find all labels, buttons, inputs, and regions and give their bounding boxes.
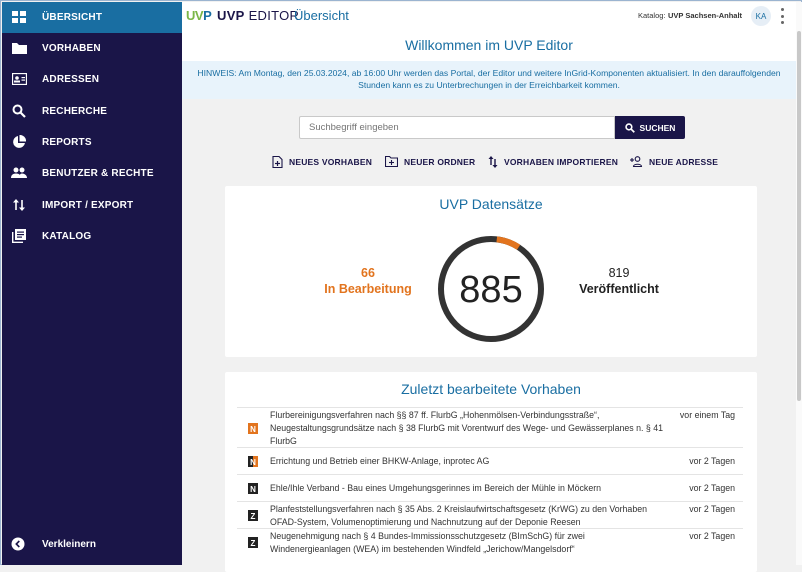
in-progress-label: In Bearbeitung — [324, 282, 412, 296]
app-title: UVP EDITOR — [217, 8, 300, 23]
in-progress-stat[interactable]: 66 In Bearbeitung — [301, 265, 435, 297]
row-time: vor einem Tag — [679, 410, 735, 420]
new-address-button[interactable]: NEUE ADRESSE — [630, 156, 718, 167]
collapse-label: Verkleinern — [42, 539, 96, 550]
document-status-icon: N — [248, 456, 258, 467]
welcome-heading: Willkommen im UVP Editor — [182, 29, 796, 61]
catalog-name[interactable]: UVP Sachsen-Anhalt — [668, 11, 742, 20]
row-time: vor 2 Tagen — [689, 456, 735, 466]
sidebar-item-benutzer[interactable]: BENUTZER & RECHTE — [2, 158, 182, 189]
sidebar-item-import-export[interactable]: IMPORT / EXPORT — [2, 190, 182, 221]
in-progress-count: 66 — [361, 266, 375, 280]
new-file-icon — [272, 156, 283, 168]
chevron-left-circle-icon — [11, 537, 27, 553]
svg-text:N: N — [250, 425, 256, 434]
published-label: Veröffentlicht — [579, 282, 659, 296]
main-content: Willkommen im UVP Editor HINWEIS: Am Mon… — [182, 29, 796, 572]
svg-text:Z: Z — [251, 539, 256, 548]
document-status-icon: N — [248, 483, 258, 494]
row-title: Ehle/Ihle Verband - Bau eines Umgehungsg… — [270, 483, 602, 493]
sidebar-item-uebersicht[interactable]: ÜBERSICHT — [2, 2, 182, 33]
row-title: Planfeststellungsverfahren nach § 35 Abs… — [270, 504, 647, 527]
app-window: ÜBERSICHT VORHABEN ADRESSEN RECHERCHE RE… — [0, 0, 802, 572]
table-row[interactable]: N Errichtung und Betrieb einer BHKW-Anla… — [237, 447, 743, 474]
import-projects-button[interactable]: VORHABEN IMPORTIEREN — [488, 156, 618, 168]
document-status-icon: Z — [248, 537, 258, 548]
row-title: Neugenehmigung nach § 4 Bundes-Immission… — [270, 531, 585, 554]
table-row[interactable]: N Ehle/Ihle Verband - Bau eines Umgehung… — [237, 474, 743, 501]
top-bar: UVP UVP EDITOR Übersicht Katalog: UVP Sa… — [182, 2, 796, 29]
swap-vert-icon — [488, 156, 498, 168]
search-input[interactable] — [299, 116, 615, 139]
sidebar-item-vorhaben[interactable]: VORHABEN — [2, 33, 182, 64]
svg-text:N: N — [250, 458, 256, 467]
new-address-label: NEUE ADRESSE — [649, 156, 719, 167]
scrollbar-thumb[interactable] — [797, 31, 801, 401]
document-status-icon: N — [248, 423, 258, 434]
new-project-label: NEUES VORHABEN — [289, 157, 373, 167]
user-avatar[interactable]: KA — [751, 6, 771, 26]
uvp-logo[interactable]: UVP — [186, 8, 212, 23]
contact-card-icon — [11, 71, 27, 87]
sidebar-item-label: VORHABEN — [42, 43, 101, 54]
collapse-sidebar-button[interactable]: Verkleinern — [2, 531, 182, 559]
published-stat[interactable]: 819 Veröffentlicht — [552, 265, 686, 297]
svg-text:Z: Z — [251, 512, 256, 521]
recent-title: Zuletzt bearbeitete Vorhaben — [401, 381, 581, 397]
new-folder-label: NEUER ORDNER — [404, 156, 476, 167]
sidebar-item-label: REPORTS — [42, 137, 92, 148]
more-vert-icon[interactable] — [779, 8, 785, 24]
sidebar-item-adressen[interactable]: ADRESSEN — [2, 64, 182, 95]
page-title: Übersicht — [294, 8, 349, 23]
published-count: 819 — [608, 266, 630, 280]
sidebar-item-label: ADRESSEN — [42, 74, 100, 85]
sidebar-item-label: KATALOG — [42, 231, 92, 242]
gauge-total: 885 — [459, 269, 522, 311]
import-projects-label: VORHABEN IMPORTIEREN — [504, 157, 619, 167]
document-status-icon: Z — [248, 510, 258, 521]
search-button[interactable]: SUCHEN — [615, 116, 685, 139]
search-bar: SUCHEN — [299, 116, 685, 139]
table-row[interactable]: N Flurbereinigungsverfahren nach §§ 87 f… — [237, 407, 743, 447]
svg-text:N: N — [250, 485, 256, 494]
pie-chart-icon — [11, 134, 27, 150]
stats-title: UVP Datensätze — [439, 196, 543, 212]
sidebar-item-label: RECHERCHE — [42, 106, 108, 117]
dashboard-icon — [11, 9, 27, 25]
recent-card: Zuletzt bearbeitete Vorhaben N Flurberei… — [225, 372, 757, 572]
sidebar-item-recherche[interactable]: RECHERCHE — [2, 96, 182, 127]
maintenance-notice: HINWEIS: Am Montag, den 25.03.2024, ab 1… — [182, 61, 796, 99]
search-icon — [11, 103, 27, 119]
import-export-icon — [11, 197, 27, 213]
row-title: Flurbereinigungsverfahren nach §§ 87 ff.… — [270, 410, 663, 446]
sidebar-item-label: ÜBERSICHT — [42, 12, 103, 23]
search-button-label: SUCHEN — [639, 122, 676, 133]
records-gauge: 885 — [438, 236, 544, 342]
row-time: vor 2 Tagen — [689, 504, 735, 514]
search-icon — [624, 122, 635, 133]
catalog-label: Katalog: — [638, 11, 666, 20]
table-row[interactable]: Z Neugenehmigung nach § 4 Bundes-Immissi… — [237, 528, 743, 558]
users-icon — [11, 165, 27, 181]
new-folder-button[interactable]: NEUER ORDNER — [385, 156, 475, 167]
sidebar: ÜBERSICHT VORHABEN ADRESSEN RECHERCHE RE… — [2, 2, 182, 565]
new-folder-icon — [385, 156, 398, 167]
catalog-icon — [11, 228, 27, 244]
sidebar-item-reports[interactable]: REPORTS — [2, 127, 182, 158]
row-time: vor 2 Tagen — [689, 483, 735, 493]
new-project-button[interactable]: NEUES VORHABEN — [272, 156, 372, 168]
row-time: vor 2 Tagen — [689, 531, 735, 541]
folder-icon — [11, 40, 27, 56]
sidebar-item-katalog[interactable]: KATALOG — [2, 221, 182, 252]
gauge-in-progress-arc — [496, 236, 521, 250]
sidebar-item-label: BENUTZER & RECHTE — [42, 168, 154, 179]
stats-card: UVP Datensätze 66 In Bearbeitung 885 819… — [225, 186, 757, 357]
add-person-icon — [630, 156, 643, 167]
table-row[interactable]: Z Planfeststellungsverfahren nach § 35 A… — [237, 501, 743, 528]
row-title: Errichtung und Betrieb einer BHKW-Anlage… — [270, 456, 490, 466]
sidebar-item-label: IMPORT / EXPORT — [42, 200, 134, 211]
